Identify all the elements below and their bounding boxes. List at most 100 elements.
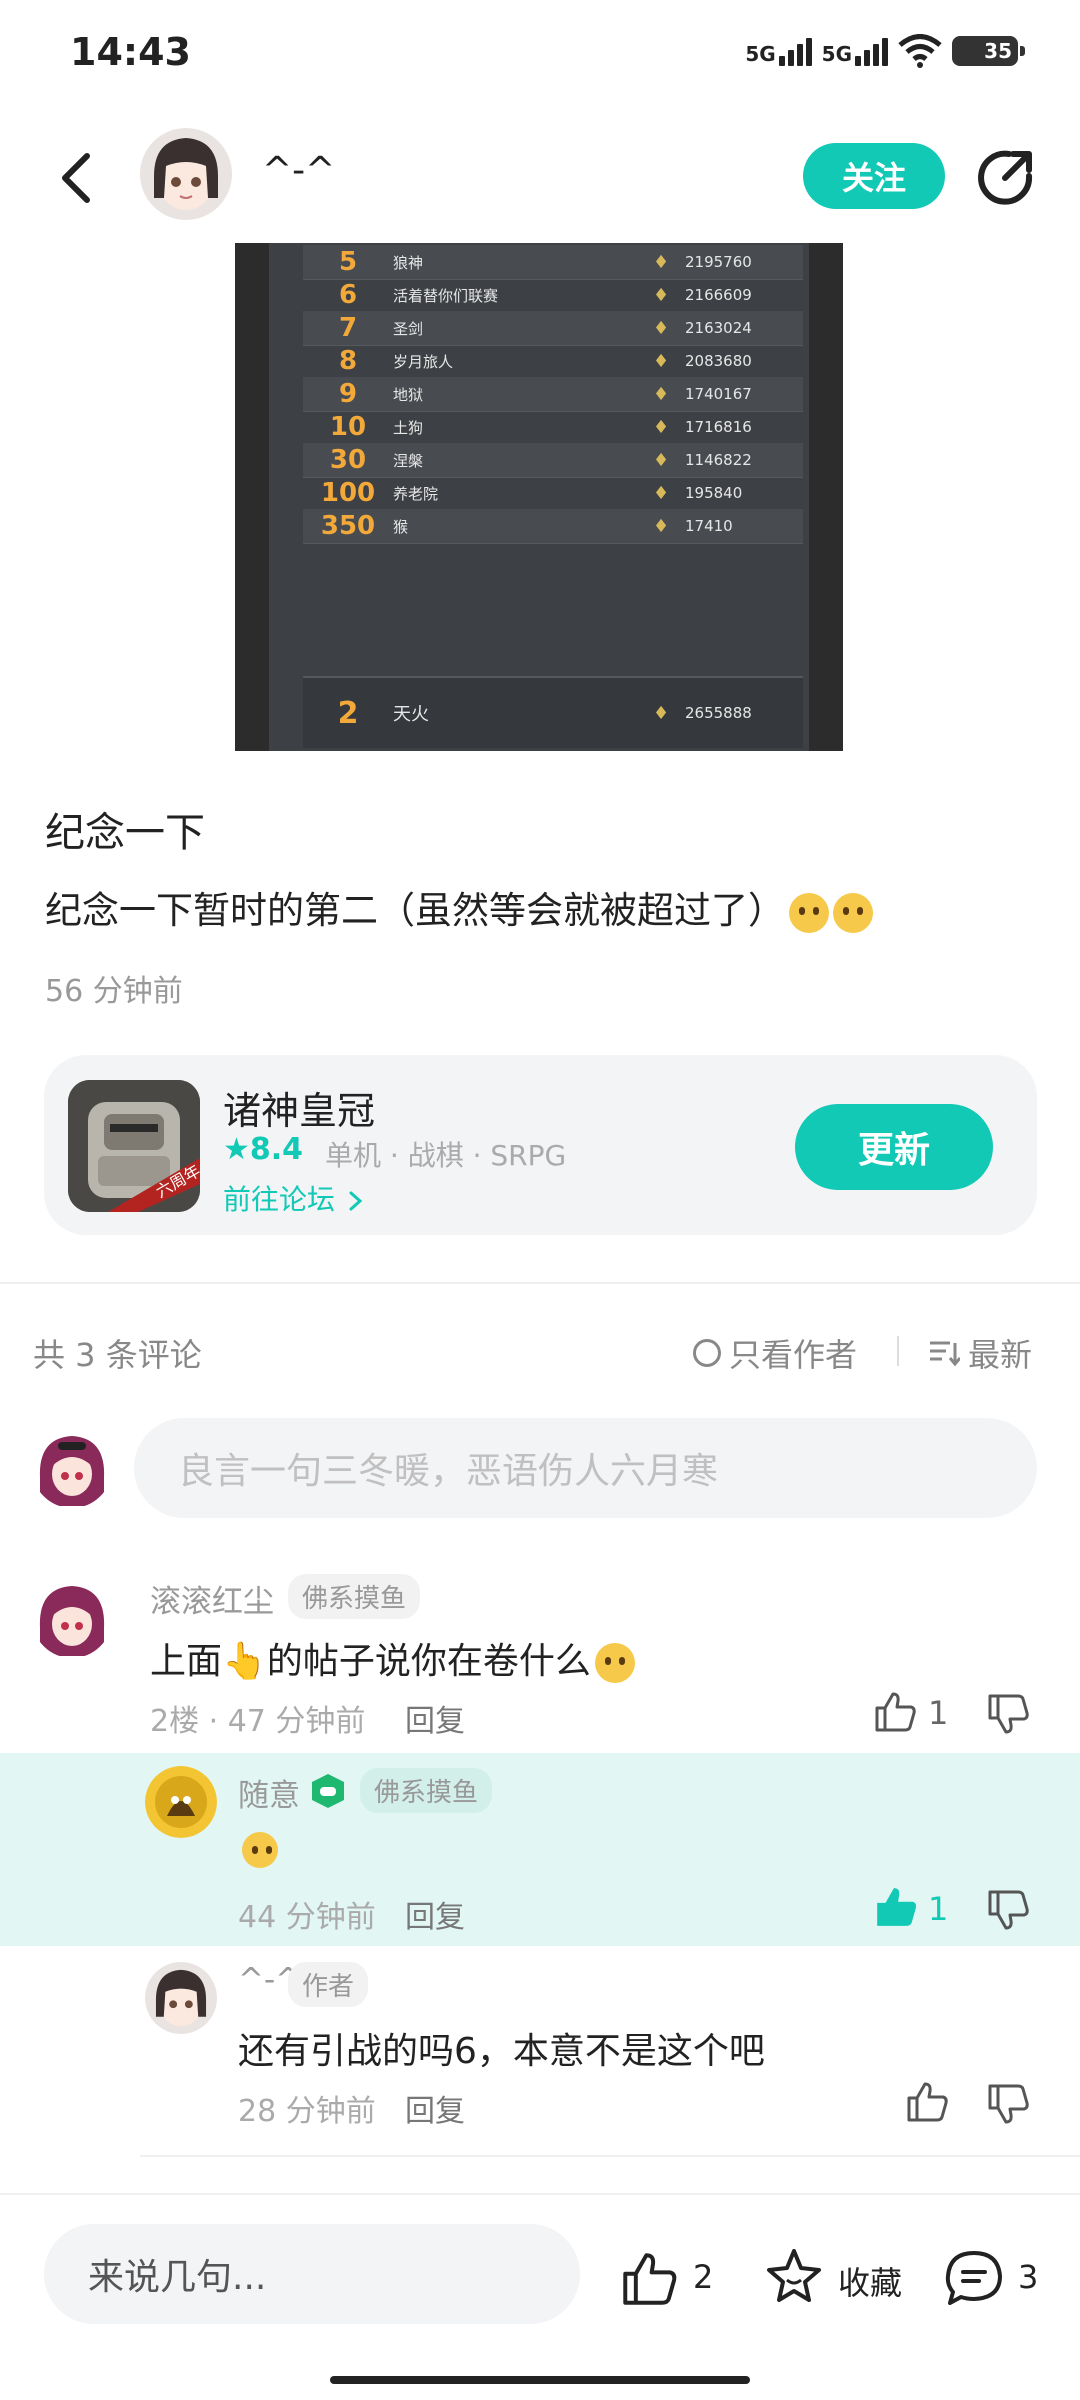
reply-button[interactable]: 回复 <box>405 1892 465 1936</box>
game-tags: 单机 · 战棋 · SRPG <box>325 1139 567 1172</box>
player-score: 195840 <box>685 484 743 502</box>
post-image[interactable]: 5 狼神 ♦ 2195760 6 活着替你们联赛 ♦ 2166609 7 圣剑 ♦ 2163024 8 岁… <box>235 243 843 751</box>
leaderboard-row: 30 涅槃 ♦ 1146822 <box>303 443 803 478</box>
post-like-count: 2 <box>693 2258 714 2296</box>
like-count: 1 <box>928 1890 949 1928</box>
star-icon: ★ <box>223 1132 250 1167</box>
author-badge: 作者 <box>288 1962 369 2007</box>
leaderboard-row: 100 养老院 ♦ 195840 <box>303 476 803 511</box>
commenter-avatar[interactable] <box>145 1766 217 1838</box>
crown-icon: ♦ <box>653 703 670 724</box>
game-name: 诸神皇冠 <box>223 1089 376 1133</box>
author-avatar[interactable] <box>140 128 232 220</box>
crown-icon: ♦ <box>653 351 670 372</box>
post-comment-count: 3 <box>1018 2258 1039 2296</box>
emoji-icon <box>789 892 829 933</box>
player-score: 1146822 <box>685 451 752 469</box>
player-name: 活着替你们联赛 <box>393 286 499 305</box>
update-button[interactable]: 更新 <box>795 1104 993 1190</box>
like-icon[interactable] <box>620 2250 678 2308</box>
leaderboard-row: 8 岁月旅人 ♦ 2083680 <box>303 344 803 379</box>
rank-number: 30 <box>329 445 367 475</box>
leaderboard-row: 5 狼神 ♦ 2195760 <box>303 245 803 280</box>
collect-label[interactable]: 收藏 <box>838 2258 902 2304</box>
leaderboard-row: 10 土狗 ♦ 1716816 <box>303 410 803 445</box>
emoji-icon <box>594 1643 635 1683</box>
leaderboard-row: 7 圣剑 ♦ 2163024 <box>303 311 803 346</box>
star-outline-icon[interactable] <box>763 2246 825 2308</box>
leaderboard-screen: 5 狼神 ♦ 2195760 6 活着替你们联赛 ♦ 2166609 7 圣剑 ♦ 2163024 8 岁… <box>269 243 809 751</box>
chevron-right-icon <box>349 1191 363 1211</box>
leaderboard-row: 6 活着替你们联赛 ♦ 2166609 <box>303 278 803 313</box>
comment-meta: 28 分钟前 <box>238 2094 376 2129</box>
comment-input[interactable]: 良言一句三冬暖，恶语伤人六月寒 <box>134 1418 1037 1518</box>
battery-icon: 35 <box>952 36 1025 66</box>
like-count: 1 <box>928 1694 949 1732</box>
dislike-icon[interactable] <box>986 2082 1030 2126</box>
crown-icon: ♦ <box>653 252 670 273</box>
player-score: 1740167 <box>685 385 752 403</box>
crown-icon: ♦ <box>653 516 670 537</box>
user-badge: 佛系摸鱼 <box>360 1768 493 1813</box>
player-score: 17410 <box>685 517 733 535</box>
rank-number: 6 <box>338 280 358 310</box>
commenter-avatar[interactable] <box>32 1578 112 1658</box>
player-name: 圣剑 <box>393 319 424 338</box>
author-name[interactable]: ^-^ <box>262 150 335 191</box>
separator <box>897 1336 899 1366</box>
like-icon[interactable] <box>873 1690 917 1734</box>
author-avatar[interactable] <box>145 1962 217 2034</box>
leaderboard-row: 350 猴 ♦ 17410 <box>303 509 803 544</box>
reply-button[interactable]: 回复 <box>405 2086 465 2130</box>
player-score: 2166609 <box>685 286 752 304</box>
pointing-up-emoji-icon: 👆 <box>222 1641 267 1682</box>
status-time: 14:43 <box>70 30 191 74</box>
post-title: 纪念一下 <box>45 810 205 856</box>
user-badge: 佛系摸鱼 <box>288 1574 421 1619</box>
player-score: 2083680 <box>685 352 752 370</box>
like-icon[interactable] <box>905 2080 949 2124</box>
only-author-toggle[interactable]: 只看作者 <box>693 1330 857 1376</box>
crown-icon: ♦ <box>653 285 670 306</box>
comment-meta: 44 分钟前 <box>238 1900 376 1935</box>
like-icon-active[interactable] <box>873 1884 919 1930</box>
crown-icon: ♦ <box>653 384 670 405</box>
reply-button[interactable]: 回复 <box>405 1696 465 1740</box>
rank-number: 2 <box>337 695 359 731</box>
player-score: 2163024 <box>685 319 752 337</box>
crown-icon: ♦ <box>653 450 670 471</box>
player-name: 养老院 <box>393 484 439 503</box>
comment-user[interactable]: 滚滚红尘 <box>150 1576 274 1621</box>
player-name: 岁月旅人 <box>393 352 454 371</box>
gamepad-icon <box>312 1774 344 1808</box>
player-score: 2655888 <box>685 704 752 722</box>
crown-icon: ♦ <box>653 318 670 339</box>
sort-toggle[interactable]: 最新 <box>928 1330 1032 1376</box>
dislike-icon[interactable] <box>986 1692 1030 1736</box>
my-avatar <box>32 1428 112 1508</box>
reply-input[interactable]: 来说几句... <box>44 2224 580 2324</box>
player-name: 土狗 <box>393 418 424 437</box>
player-name: 猴 <box>393 517 409 536</box>
game-rating: ★8.4 <box>223 1132 304 1167</box>
rank-number: 7 <box>338 313 358 343</box>
game-icon[interactable]: 六周年 <box>68 1080 200 1212</box>
leaderboard-row: 9 地狱 ♦ 1740167 <box>303 377 803 412</box>
player-name: 天火 <box>393 704 429 725</box>
section-divider <box>0 1282 1080 1284</box>
back-arrow-icon[interactable] <box>55 148 95 208</box>
follow-button[interactable]: 关注 <box>803 143 945 209</box>
forum-link[interactable]: 前往论坛 <box>223 1178 364 1218</box>
share-icon[interactable] <box>975 146 1037 208</box>
rank-number: 8 <box>338 346 358 376</box>
crown-icon: ♦ <box>653 483 670 504</box>
rank-number: 100 <box>320 478 376 508</box>
post-time: 56 分钟前 <box>45 974 183 1009</box>
comment-count: 共 3 条评论 <box>33 1336 202 1374</box>
rank-number: 5 <box>338 247 358 277</box>
player-name: 涅槃 <box>393 451 424 470</box>
player-score: 2195760 <box>685 253 752 271</box>
dislike-icon[interactable] <box>986 1888 1030 1932</box>
comment-bubble-icon[interactable] <box>943 2248 1005 2308</box>
comment-user[interactable]: 随意 <box>238 1770 300 1815</box>
